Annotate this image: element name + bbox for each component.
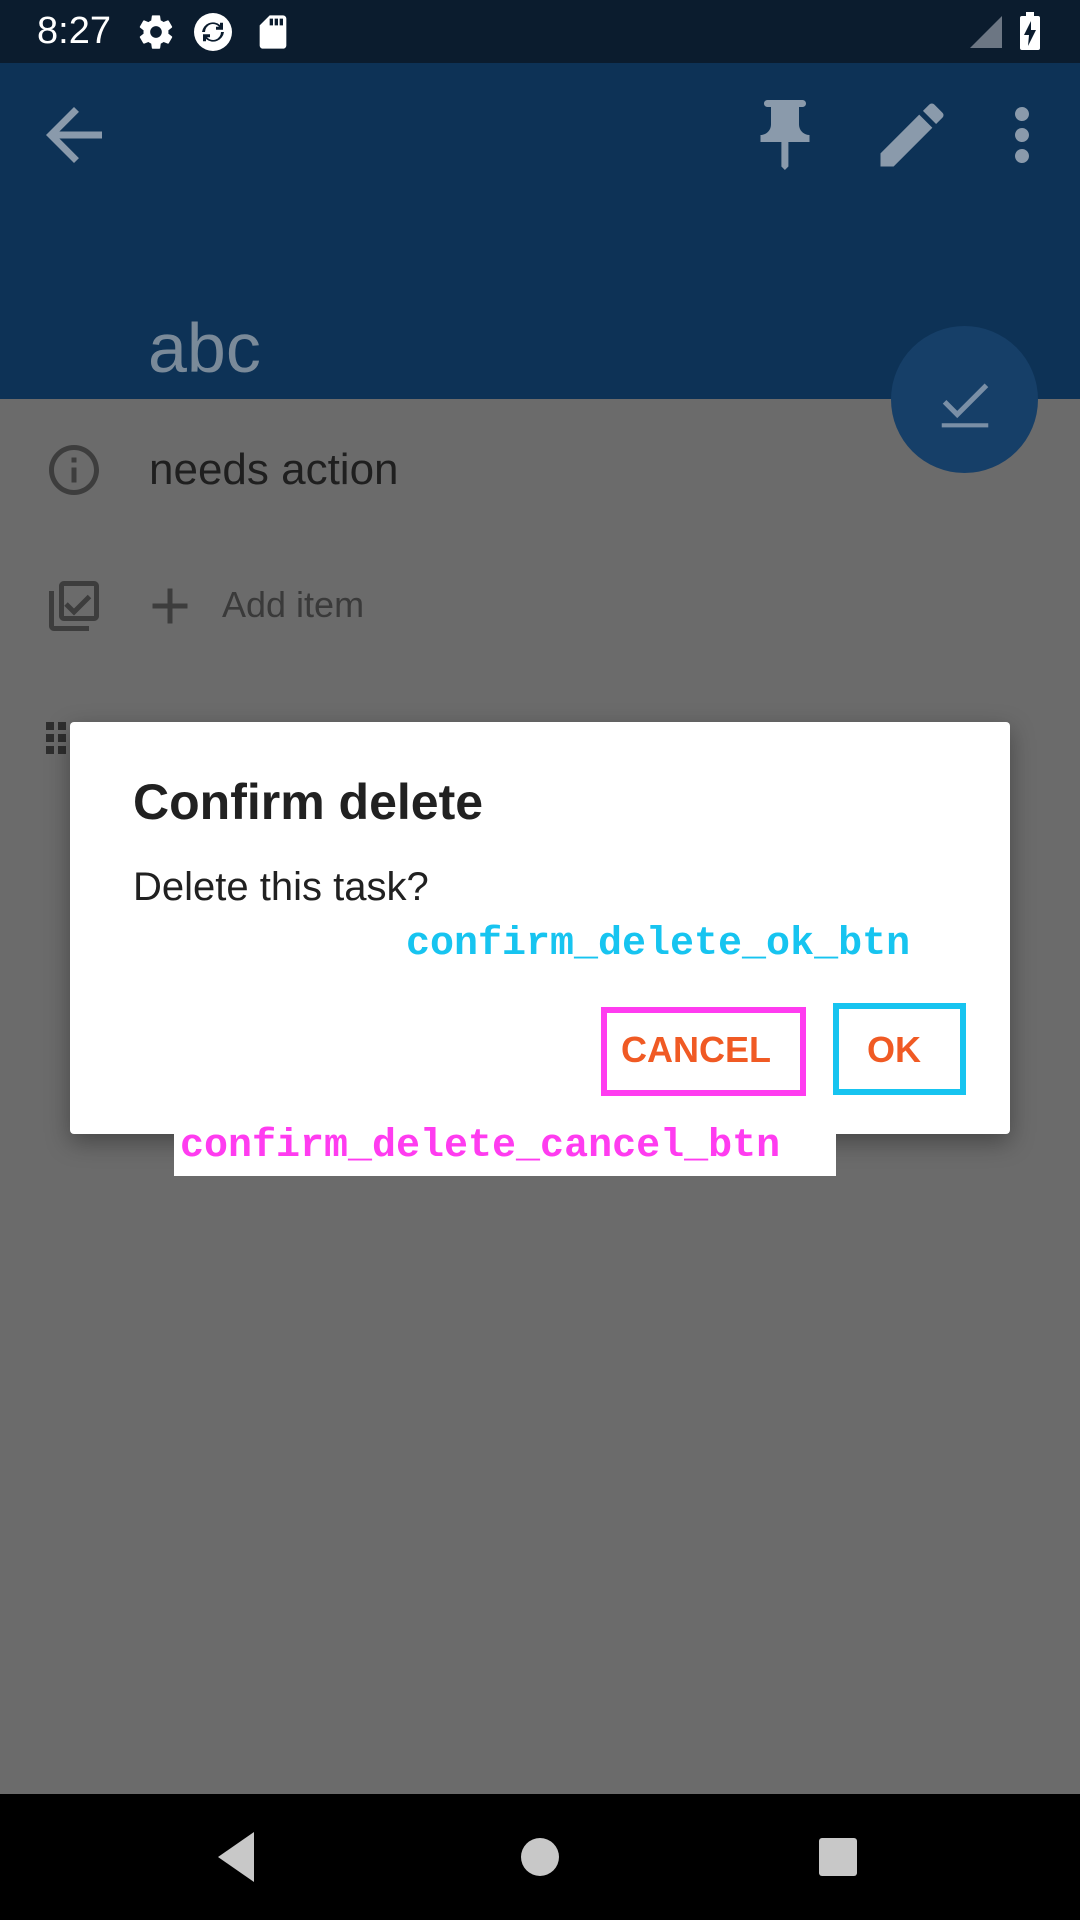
cancel-button-annotation-label: confirm_delete_cancel_btn (180, 1124, 781, 1169)
more-vert-icon[interactable] (980, 93, 1064, 177)
sd-card-icon (253, 12, 293, 52)
recents-square-icon[interactable] (803, 1822, 873, 1892)
cancel-button-annotation: confirm_delete_cancel_btn (174, 1120, 836, 1176)
task-title: abc (148, 309, 261, 387)
plus-icon[interactable] (140, 576, 200, 636)
status-bar: 8:27 (0, 0, 1080, 63)
screen: 8:27 abc needs action Add item Confirm d… (0, 0, 1080, 1920)
ok-button-annotation-label: confirm_delete_ok_btn (406, 922, 911, 967)
pin-icon[interactable] (743, 93, 827, 177)
check-icon (941, 383, 989, 428)
sync-icon (193, 12, 233, 52)
task-status[interactable]: needs action (149, 442, 399, 498)
grid-dots-icon (44, 718, 70, 778)
cancel-button-annotation-box (601, 1007, 806, 1096)
dialog-title: Confirm delete (133, 774, 484, 830)
ok-button-annotation-box (833, 1003, 966, 1095)
navigation-bar (0, 1794, 1080, 1920)
settings-icon (136, 12, 176, 52)
home-circle-icon[interactable] (505, 1822, 575, 1892)
dialog-message: Delete this task? (133, 865, 429, 909)
status-time: 8:27 (37, 10, 111, 52)
battery-charging-icon (1018, 12, 1048, 52)
edit-icon[interactable] (870, 93, 954, 177)
add-item-label[interactable]: Add item (222, 580, 364, 630)
back-arrow-icon[interactable] (32, 93, 116, 177)
complete-task-fab[interactable] (891, 326, 1038, 473)
info-icon (44, 440, 104, 500)
checklist-icon (44, 576, 104, 636)
back-triangle-icon[interactable] (204, 1822, 274, 1892)
signal-icon (966, 12, 1006, 52)
